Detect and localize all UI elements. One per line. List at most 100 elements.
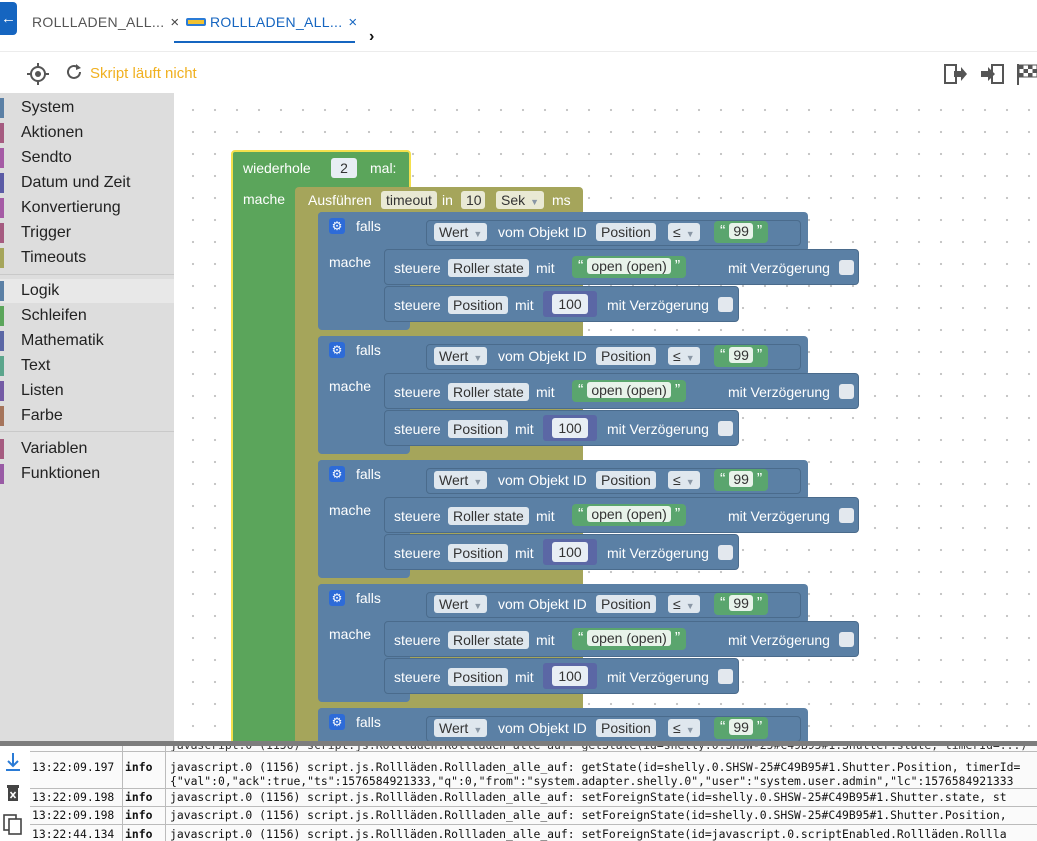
- copy-icon[interactable]: [3, 814, 23, 836]
- string-literal-block[interactable]: “open (open)”: [572, 628, 687, 650]
- clear-log-icon[interactable]: [6, 784, 20, 802]
- number-value[interactable]: 100: [552, 666, 588, 686]
- value-dropdown[interactable]: Wert ▼: [434, 471, 488, 489]
- delay-label: mit Verzögerung: [607, 297, 709, 313]
- delay-checkbox[interactable]: [839, 508, 854, 523]
- tab-bar: ← ROLLLADEN_ALL... × ROLLLADEN_ALL... × …: [0, 0, 1037, 52]
- close-icon[interactable]: ×: [170, 14, 179, 31]
- export-icon[interactable]: [942, 62, 968, 86]
- string-literal-block[interactable]: “99”: [714, 345, 769, 367]
- string-literal-block[interactable]: “99”: [714, 593, 769, 615]
- back-arrow-icon[interactable]: ←: [0, 2, 17, 35]
- number-value[interactable]: 100: [552, 542, 588, 562]
- row-divider: [30, 824, 1037, 825]
- delay-checkbox[interactable]: [718, 297, 733, 312]
- settings-gear-icon[interactable]: ⚙: [329, 218, 345, 234]
- from-object-label: vom Objekt ID: [498, 720, 587, 736]
- object-id-field[interactable]: Position: [596, 719, 656, 737]
- string-value: open (open): [587, 630, 671, 646]
- category-funktionen[interactable]: Funktionen: [0, 462, 174, 486]
- object-id-field[interactable]: Position: [596, 595, 656, 613]
- category-separator: [0, 431, 174, 432]
- tab-script-2-active[interactable]: ROLLLADEN_ALL... ×: [186, 0, 357, 44]
- category-farbe[interactable]: Farbe: [0, 404, 174, 428]
- value-dropdown[interactable]: Wert ▼: [434, 223, 488, 241]
- checkered-flag-icon[interactable]: [1015, 62, 1037, 86]
- log-message: javascript.0 (1156) script.js.Rollläden.…: [170, 790, 1007, 804]
- string-literal-block[interactable]: “99”: [714, 221, 769, 243]
- chevron-right-icon[interactable]: ›: [369, 28, 374, 46]
- object-id-field[interactable]: Position: [596, 347, 656, 365]
- timeout-value-input[interactable]: 10: [461, 191, 485, 209]
- category-trigger[interactable]: Trigger: [0, 221, 174, 245]
- value-dropdown[interactable]: Wert ▼: [434, 347, 488, 365]
- import-icon[interactable]: [980, 62, 1006, 86]
- string-value: open (open): [587, 506, 671, 522]
- object-id-field[interactable]: Roller state: [448, 383, 529, 401]
- delay-checkbox[interactable]: [718, 545, 733, 560]
- category-konvertierung[interactable]: Konvertierung: [0, 196, 174, 220]
- tab-label: ROLLLADEN_ALL...: [210, 14, 343, 30]
- with-label: mit: [536, 260, 555, 276]
- object-id-field[interactable]: Roller state: [448, 259, 529, 277]
- object-id-field[interactable]: Position: [448, 420, 508, 438]
- category-aktionen[interactable]: Aktionen: [0, 121, 174, 145]
- delay-label: mit Verzögerung: [607, 545, 709, 561]
- settings-gear-icon[interactable]: ⚙: [329, 714, 345, 730]
- object-id-field[interactable]: Position: [448, 668, 508, 686]
- category-schleifen[interactable]: Schleifen: [0, 304, 174, 328]
- string-literal-block[interactable]: “open (open)”: [572, 380, 687, 402]
- refresh-icon[interactable]: [65, 63, 83, 81]
- settings-gear-icon[interactable]: ⚙: [329, 342, 345, 358]
- timeout-unit-dropdown[interactable]: Sek ▼: [496, 191, 545, 209]
- category-color-bar: [0, 223, 4, 243]
- category-color-bar: [0, 306, 4, 326]
- string-literal-block[interactable]: “open (open)”: [572, 256, 687, 278]
- object-id-field[interactable]: Position: [596, 223, 656, 241]
- log-message: javascript.0 (1156) script.js.Rollläden.…: [170, 808, 1007, 822]
- object-id-field[interactable]: Position: [448, 544, 508, 562]
- category-timeouts[interactable]: Timeouts: [0, 246, 174, 270]
- object-id-field[interactable]: Position: [448, 296, 508, 314]
- category-label: Konvertierung: [21, 199, 121, 216]
- delay-checkbox[interactable]: [839, 384, 854, 399]
- string-literal-block[interactable]: “99”: [714, 469, 769, 491]
- repeat-count-input[interactable]: 2: [331, 158, 357, 178]
- value-dropdown[interactable]: Wert ▼: [434, 595, 488, 613]
- settings-gear-icon[interactable]: ⚙: [329, 590, 345, 606]
- category-text[interactable]: Text: [0, 354, 174, 378]
- delay-checkbox[interactable]: [839, 260, 854, 275]
- category-logik[interactable]: Logik: [0, 279, 174, 303]
- operator-dropdown[interactable]: ≤ ▼: [668, 719, 700, 737]
- category-color-bar: [0, 123, 4, 143]
- category-system[interactable]: System: [0, 96, 174, 120]
- string-literal-block[interactable]: “open (open)”: [572, 504, 687, 526]
- category-datum-und-zeit[interactable]: Datum und Zeit: [0, 171, 174, 195]
- category-sendto[interactable]: Sendto: [0, 146, 174, 170]
- value-dropdown[interactable]: Wert ▼: [434, 719, 488, 737]
- category-variablen[interactable]: Variablen: [0, 437, 174, 461]
- object-id-field[interactable]: Roller state: [448, 631, 529, 649]
- scroll-down-icon[interactable]: [5, 752, 21, 772]
- operator-dropdown[interactable]: ≤ ▼: [668, 471, 700, 489]
- operator-dropdown[interactable]: ≤ ▼: [668, 595, 700, 613]
- category-mathematik[interactable]: Mathematik: [0, 329, 174, 353]
- delay-checkbox[interactable]: [718, 421, 733, 436]
- operator-dropdown[interactable]: ≤ ▼: [668, 223, 700, 241]
- delay-checkbox[interactable]: [718, 669, 733, 684]
- tab-script-1[interactable]: ROLLLADEN_ALL... ×: [32, 0, 179, 44]
- settings-gear-icon[interactable]: ⚙: [329, 466, 345, 482]
- number-value[interactable]: 100: [552, 418, 588, 438]
- object-id-field[interactable]: Position: [596, 471, 656, 489]
- operator-dropdown[interactable]: ≤ ▼: [668, 347, 700, 365]
- number-value[interactable]: 100: [552, 294, 588, 314]
- blockly-workspace[interactable]: wiederhole 2 mal: mache Ausführen timeou…: [174, 93, 1037, 741]
- timeout-name-field[interactable]: timeout: [381, 191, 437, 209]
- object-id-field[interactable]: Roller state: [448, 507, 529, 525]
- delay-checkbox[interactable]: [839, 632, 854, 647]
- close-icon[interactable]: ×: [348, 14, 357, 31]
- script-status-text: Skript läuft nicht: [90, 65, 197, 82]
- category-listen[interactable]: Listen: [0, 379, 174, 403]
- string-literal-block[interactable]: “99”: [714, 717, 769, 739]
- locate-icon[interactable]: [27, 63, 49, 85]
